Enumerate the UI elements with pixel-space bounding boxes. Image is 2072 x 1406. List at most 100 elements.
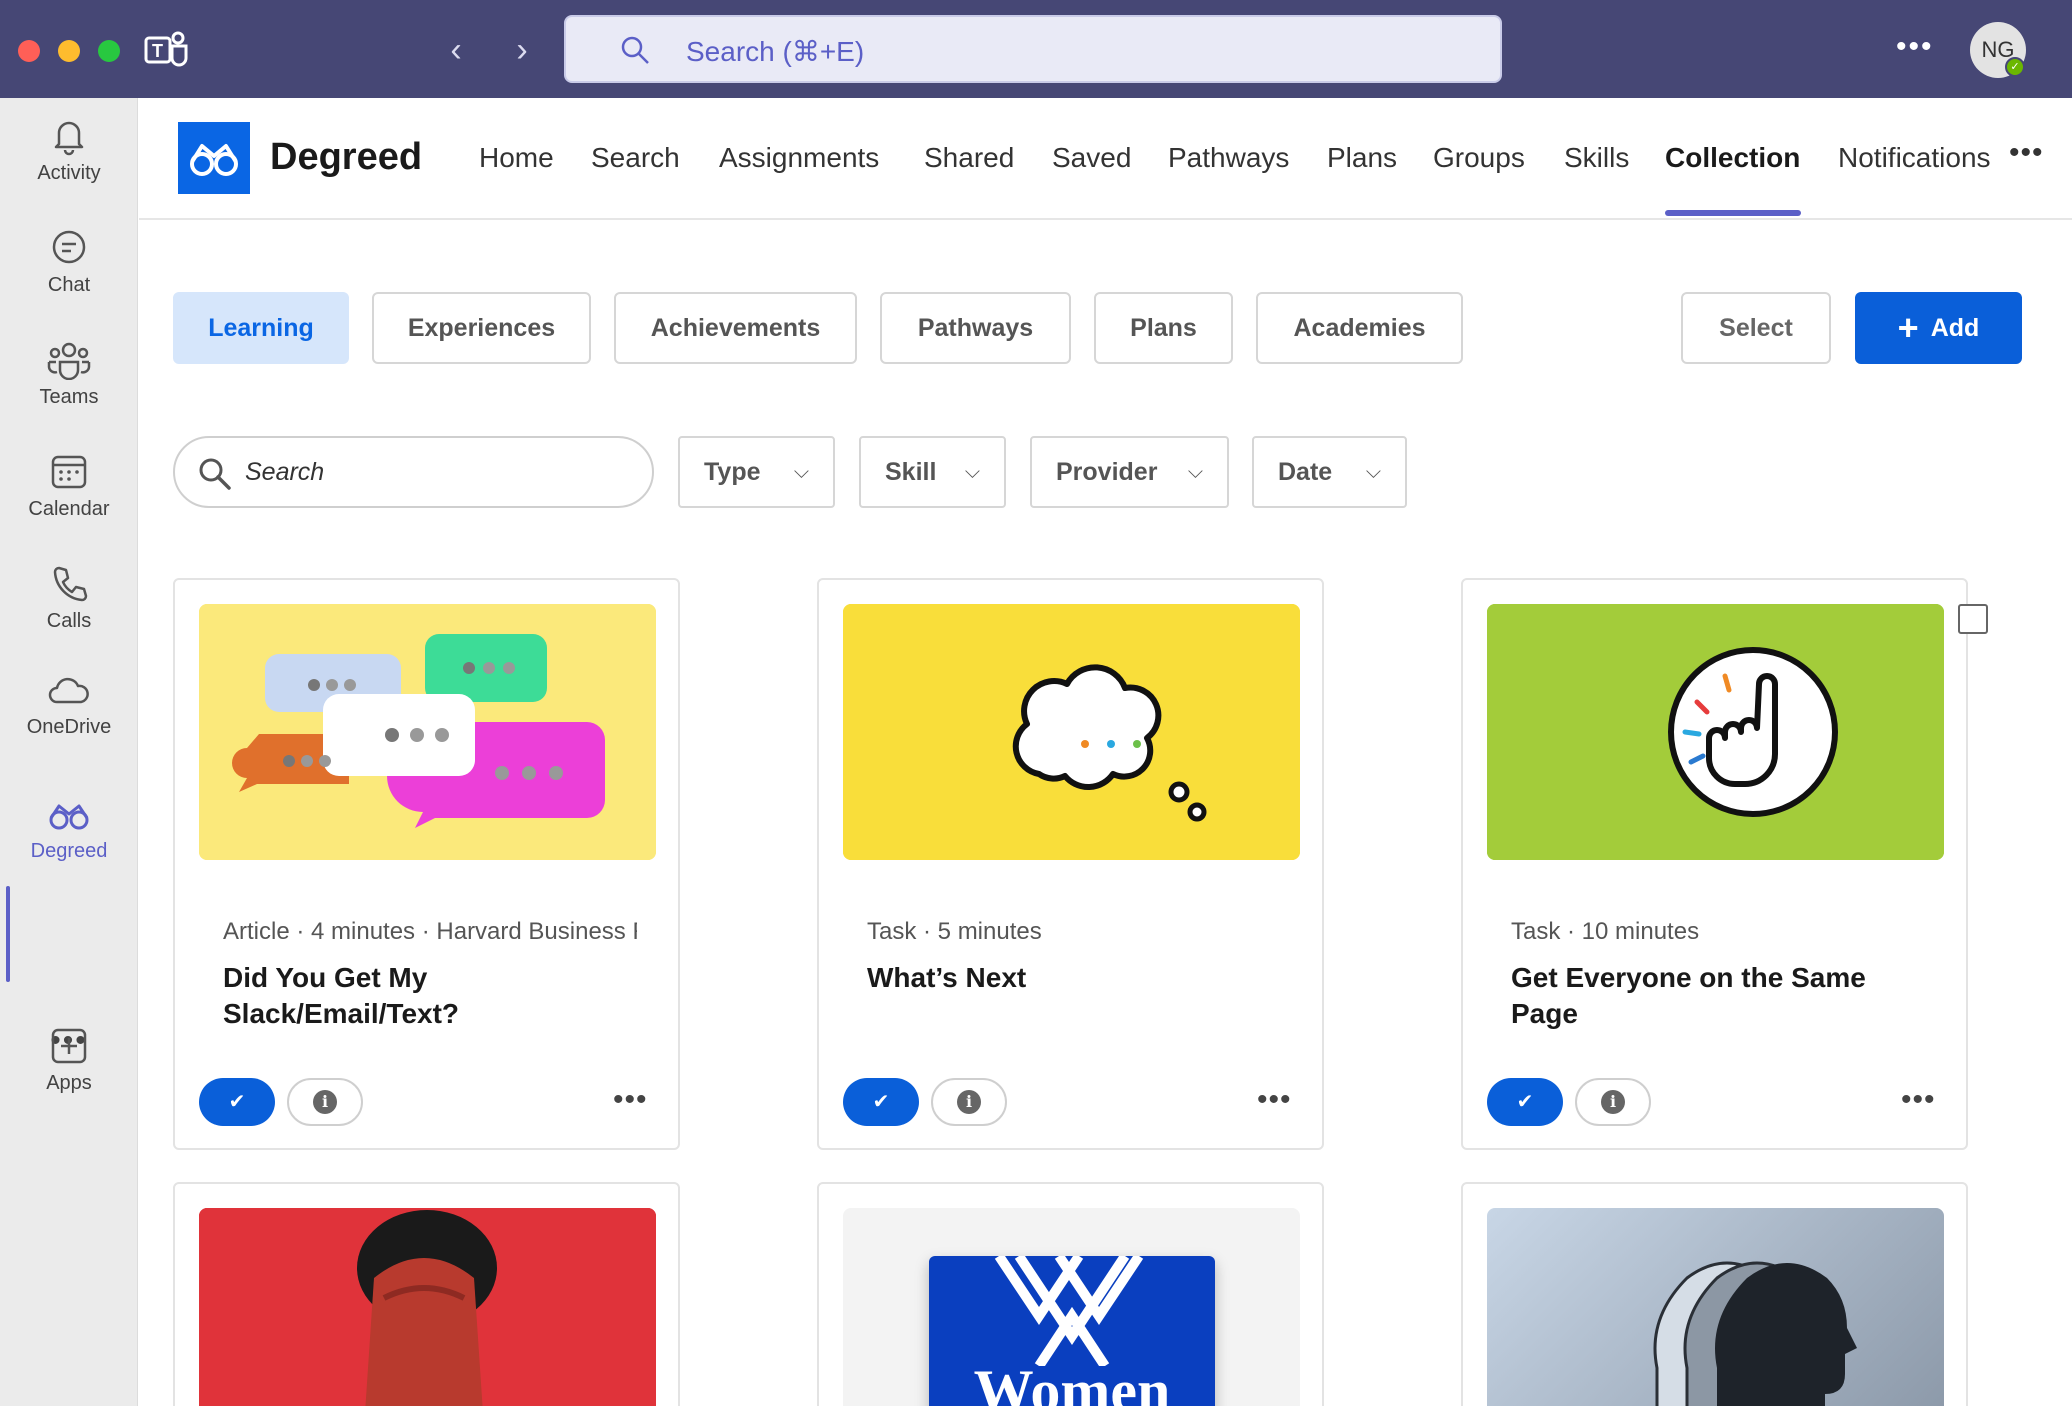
card-meta: Task · 5 minutes <box>867 918 1042 945</box>
close-window-button[interactable] <box>18 40 40 62</box>
card-more-options-icon[interactable]: ••• <box>1901 1083 1936 1117</box>
rail-item-degreed[interactable]: Degreed <box>0 798 138 863</box>
skill-dropdown-label: Skill <box>885 458 937 486</box>
learning-card[interactable]: Task · 5 minutes What’s Next ✔ i ••• <box>817 578 1324 1150</box>
card-title[interactable]: What’s Next <box>867 960 1287 996</box>
learning-card[interactable]: Task · 10 minutes Get Everyone on the Sa… <box>1461 578 1968 1150</box>
rail-label-calendar: Calendar <box>28 498 110 520</box>
rail-item-onedrive[interactable]: OneDrive <box>0 674 138 739</box>
tab-plans[interactable]: Plans <box>1327 142 1397 174</box>
maximize-window-button[interactable] <box>98 40 120 62</box>
category-academies[interactable]: Academies <box>1256 292 1463 364</box>
bell-icon <box>54 121 84 156</box>
rail-item-apps[interactable]: Apps <box>0 1026 138 1095</box>
skill-dropdown[interactable]: Skill ⌵ <box>859 436 1006 508</box>
more-tabs-icon[interactable]: ••• <box>2009 136 2044 170</box>
rail-item-calendar[interactable]: Calendar <box>0 452 138 521</box>
tab-collection[interactable]: Collection <box>1665 142 1800 174</box>
silhouettes-illustration <box>1487 1208 1944 1406</box>
chevron-down-icon: ⌵ <box>1187 461 1203 483</box>
provider-dropdown-label: Provider <box>1056 458 1158 486</box>
learning-card[interactable] <box>1461 1182 1968 1406</box>
mark-complete-button[interactable]: ✔ <box>843 1078 919 1126</box>
svg-text:T: T <box>152 41 163 61</box>
card-title[interactable]: Get Everyone on the Same Page <box>1511 960 1931 1032</box>
add-button-label: Add <box>1930 314 1980 342</box>
add-button[interactable]: + Add <box>1855 292 2022 364</box>
tab-search[interactable]: Search <box>591 142 680 174</box>
tab-assignments[interactable]: Assignments <box>719 142 879 174</box>
rail-item-calls[interactable]: Calls <box>0 564 138 633</box>
collection-search-input[interactable]: Search <box>173 436 654 508</box>
more-options-icon[interactable]: ••• <box>1896 30 1934 64</box>
tab-skills[interactable]: Skills <box>1564 142 1629 174</box>
type-dropdown[interactable]: Type ⌵ <box>678 436 835 508</box>
rail-label-activity: Activity <box>37 162 101 184</box>
category-learning[interactable]: Learning <box>173 292 349 364</box>
tab-groups[interactable]: Groups <box>1433 142 1525 174</box>
rail-label-degreed: Degreed <box>30 840 108 862</box>
women-logo-text: Women <box>973 1358 1171 1406</box>
degreed-glasses-icon <box>49 804 89 830</box>
info-button[interactable]: i <box>287 1078 363 1126</box>
provider-dropdown[interactable]: Provider ⌵ <box>1030 436 1229 508</box>
date-dropdown[interactable]: Date ⌵ <box>1252 436 1407 508</box>
card-select-checkbox[interactable] <box>1958 604 1988 634</box>
presence-available-icon: ✓ <box>2005 57 2025 77</box>
global-search-input[interactable]: Search (⌘+E) <box>564 15 1502 83</box>
tab-saved[interactable]: Saved <box>1052 142 1131 174</box>
active-tab-indicator <box>1665 210 1801 216</box>
thought-cloud-illustration <box>843 604 1300 860</box>
cloud-icon <box>48 677 89 704</box>
checkmark-icon: ✔ <box>228 1091 246 1113</box>
info-icon: i <box>957 1090 981 1114</box>
category-achievements[interactable]: Achievements <box>614 292 857 364</box>
women-logo: Women <box>929 1256 1215 1406</box>
info-button[interactable]: i <box>931 1078 1007 1126</box>
select-button[interactable]: Select <box>1681 292 1831 364</box>
rail-item-chat[interactable]: Chat <box>0 228 138 297</box>
mark-complete-button[interactable]: ✔ <box>199 1078 275 1126</box>
tab-notifications[interactable]: Notifications <box>1838 142 1998 174</box>
learning-card[interactable]: Article · 4 minutes · Harvard Business R… <box>173 578 680 1150</box>
minimize-window-button[interactable] <box>58 40 80 62</box>
search-icon <box>199 458 231 490</box>
rail-label-onedrive: OneDrive <box>26 716 112 738</box>
checkmark-icon: ✔ <box>872 1091 890 1113</box>
phone-icon <box>53 566 88 602</box>
rail-label-apps: Apps <box>46 1072 92 1094</box>
chevron-down-icon: ⌵ <box>964 461 980 483</box>
category-plans[interactable]: Plans <box>1094 292 1233 364</box>
card-more-options-icon[interactable]: ••• <box>1257 1083 1292 1117</box>
mark-complete-button[interactable]: ✔ <box>1487 1078 1563 1126</box>
card-more-options-icon[interactable]: ••• <box>613 1083 648 1117</box>
info-icon: i <box>313 1090 337 1114</box>
checkmark-icon: ✔ <box>1516 1091 1534 1113</box>
rail-active-indicator <box>6 886 10 982</box>
rail-item-teams[interactable]: Teams <box>0 340 138 409</box>
global-search-placeholder: Search (⌘+E) <box>686 36 865 67</box>
degreed-logo <box>178 122 250 194</box>
tab-shared[interactable]: Shared <box>924 142 1014 174</box>
info-button[interactable]: i <box>1575 1078 1651 1126</box>
forward-arrow-icon[interactable]: › <box>502 28 542 72</box>
card-meta: Task · 10 minutes <box>1511 918 1700 945</box>
red-portrait-photo <box>199 1208 656 1406</box>
women-logo-mark-icon <box>994 1256 1144 1366</box>
learning-card[interactable] <box>173 1182 680 1406</box>
rail-item-activity[interactable]: Activity <box>0 116 138 185</box>
learning-card[interactable]: Women <box>817 1182 1324 1406</box>
category-experiences[interactable]: Experiences <box>372 292 591 364</box>
card-title[interactable]: Did You Get My Slack/Email/Text? <box>223 960 643 1032</box>
rail-label-calls: Calls <box>46 610 92 632</box>
back-arrow-icon[interactable]: ‹ <box>436 28 476 72</box>
teams-icon <box>47 342 91 380</box>
app-name: Degreed <box>270 136 423 178</box>
chat-bubbles-illustration <box>199 604 656 860</box>
degreed-logo-icon <box>190 144 238 176</box>
info-icon: i <box>1601 1090 1625 1114</box>
tab-pathways[interactable]: Pathways <box>1168 142 1289 174</box>
category-pathways[interactable]: Pathways <box>880 292 1071 364</box>
tab-home[interactable]: Home <box>479 142 554 174</box>
title-bar: T ‹ › Search (⌘+E) ••• NG ✓ <box>0 0 2072 98</box>
